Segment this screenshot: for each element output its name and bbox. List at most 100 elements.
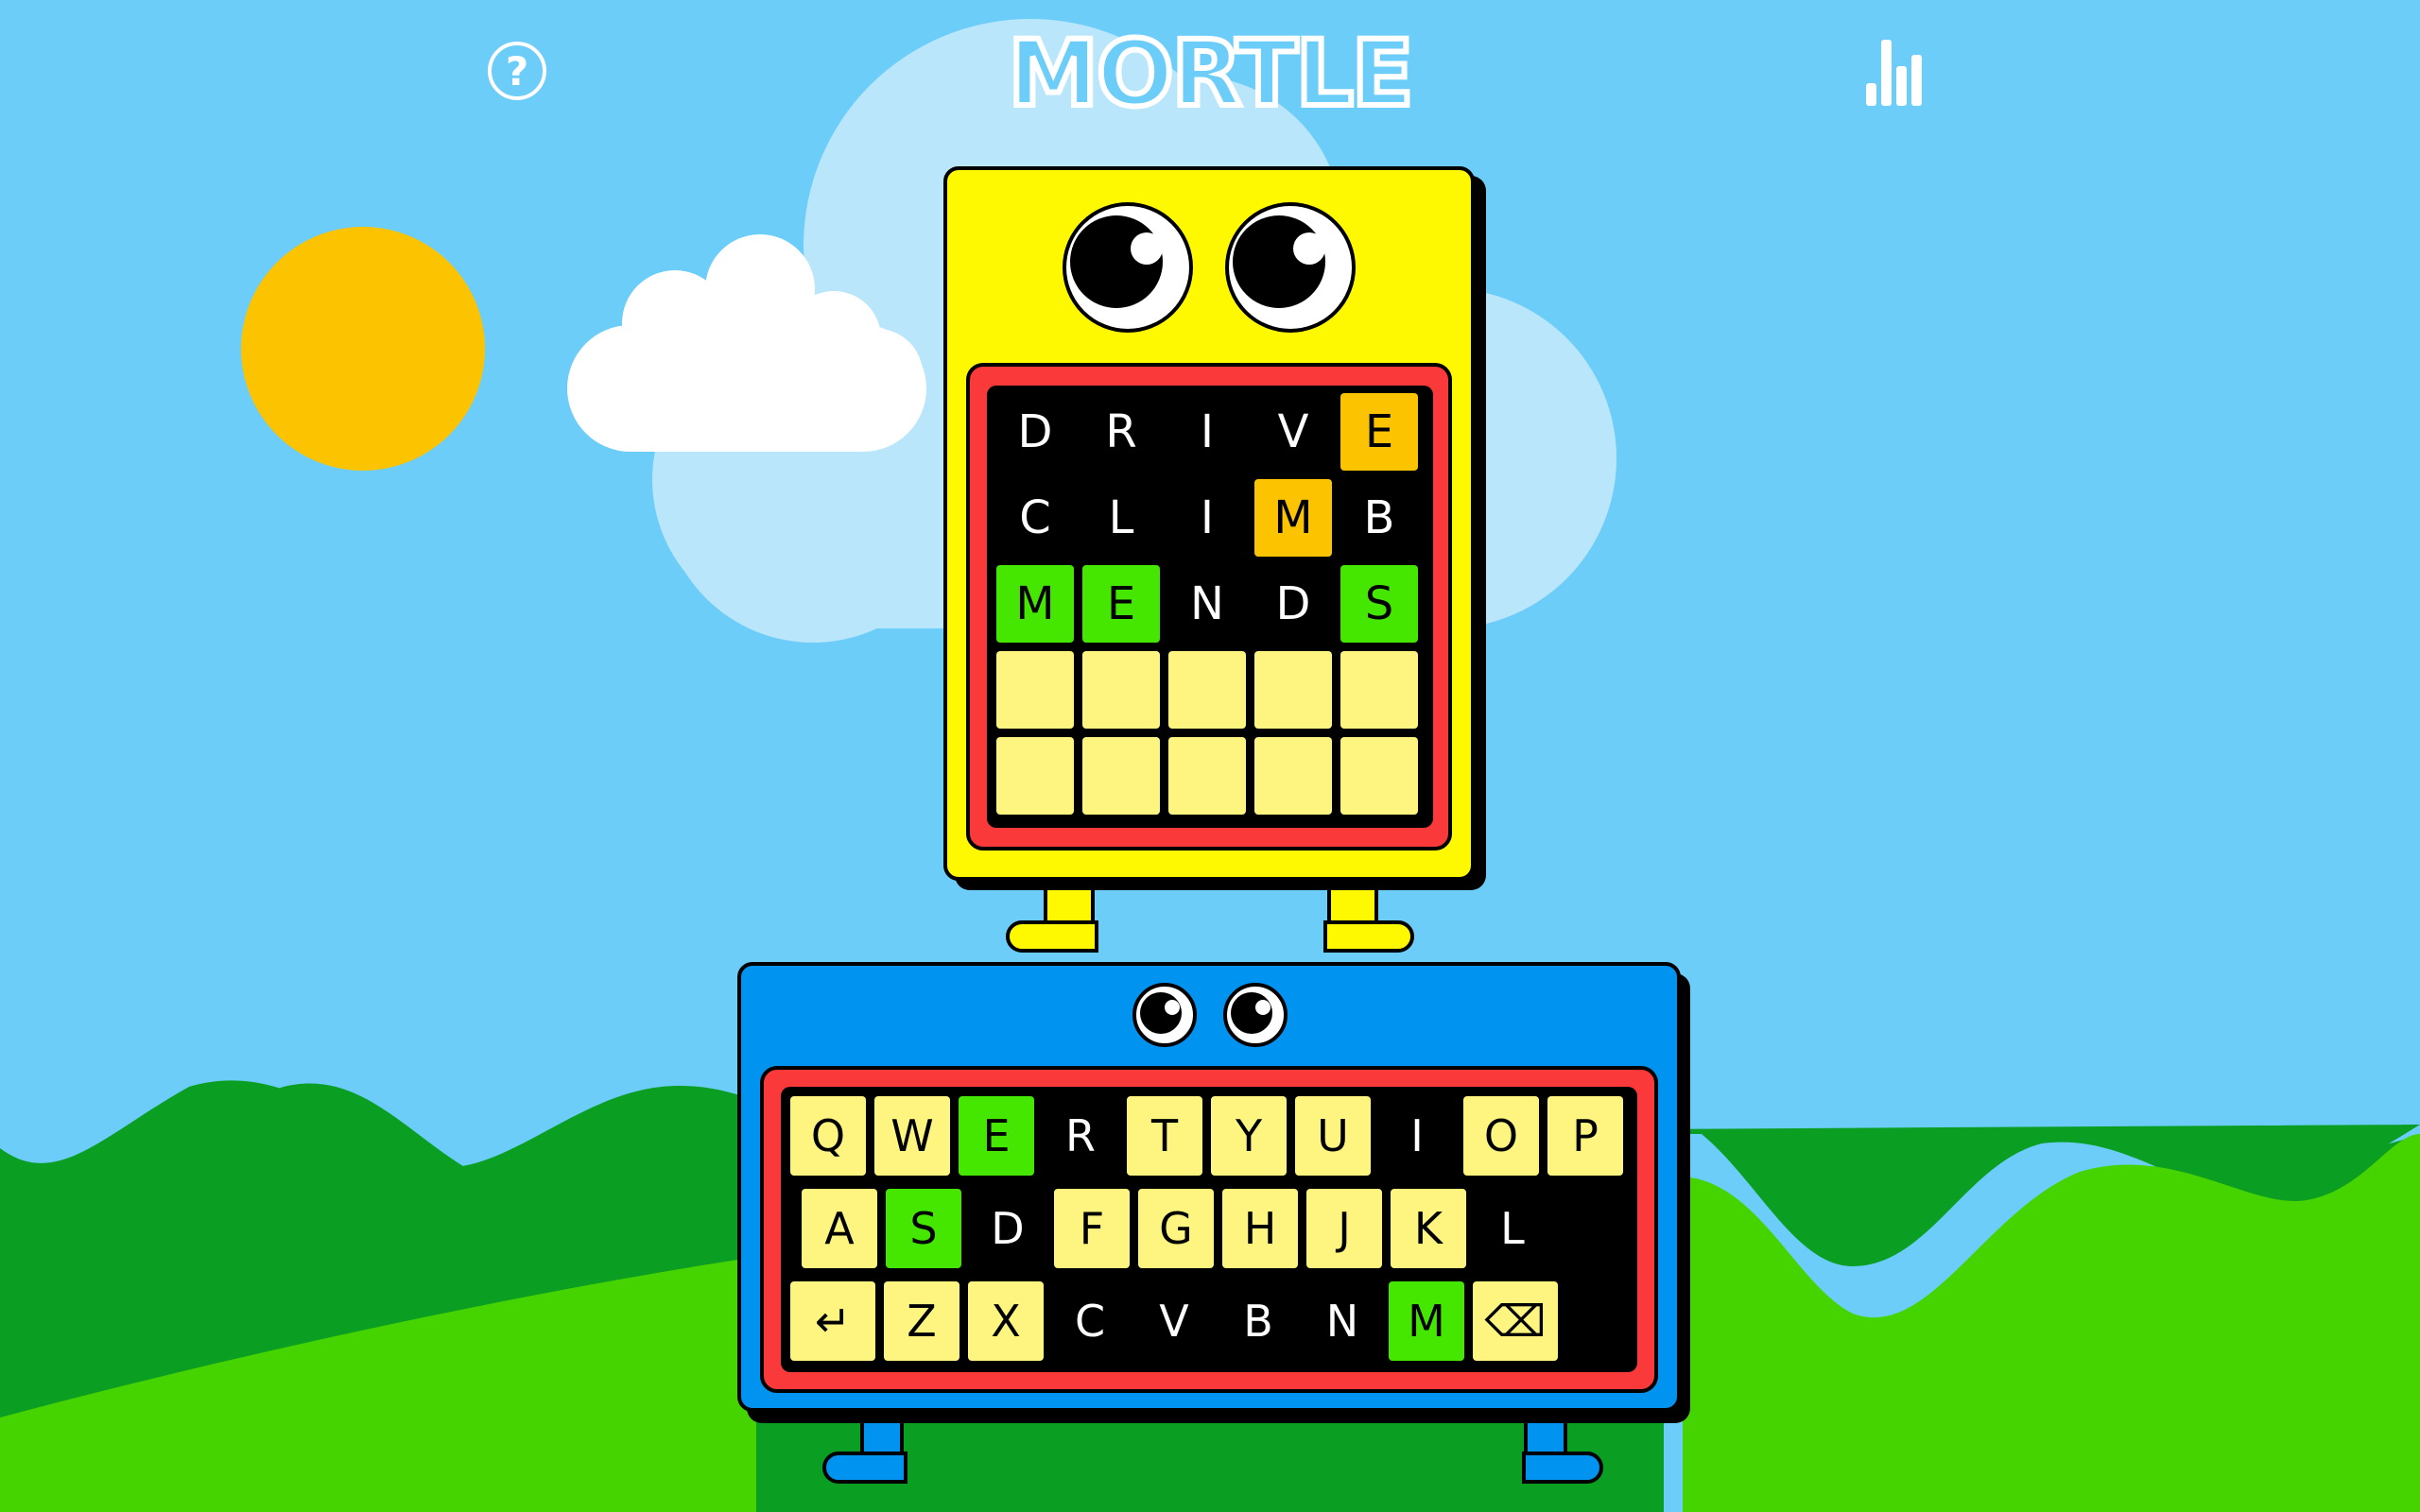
grid-tile <box>1254 651 1332 729</box>
key-label: I <box>1410 1110 1424 1161</box>
grid-tile: E <box>1082 565 1160 643</box>
key-t[interactable]: T <box>1127 1096 1202 1176</box>
key-label: G <box>1159 1203 1193 1254</box>
key-label: B <box>1243 1296 1273 1347</box>
key-n[interactable]: N <box>1305 1281 1380 1361</box>
grid-tile <box>1254 737 1332 815</box>
board-foot-left <box>1006 920 1098 953</box>
key-label: E <box>982 1110 1011 1161</box>
key-r[interactable]: R <box>1043 1096 1118 1176</box>
grid-tile <box>996 737 1074 815</box>
key-label: T <box>1150 1110 1179 1161</box>
backspace-key[interactable]: ⌫ <box>1473 1281 1558 1361</box>
key-label: C <box>1074 1296 1106 1347</box>
bar-chart-icon <box>1866 40 1922 106</box>
key-label: N <box>1325 1296 1359 1347</box>
guess-grid: DRIVECLIMBMENDS <box>996 393 1424 820</box>
key-j[interactable]: J <box>1306 1189 1382 1268</box>
key-f[interactable]: F <box>1054 1189 1130 1268</box>
grid-tile: R <box>1082 393 1160 471</box>
key-b[interactable]: B <box>1220 1281 1296 1361</box>
key-m[interactable]: M <box>1389 1281 1464 1361</box>
key-label: S <box>909 1203 938 1254</box>
key-q[interactable]: Q <box>790 1096 866 1176</box>
grid-tile: I <box>1168 393 1246 471</box>
grid-tile: I <box>1168 479 1246 557</box>
question-circle-icon: ? <box>505 47 529 94</box>
key-label: P <box>1572 1110 1599 1161</box>
grid-tile: D <box>1254 565 1332 643</box>
keyboard-row-3: ↵ Z X C V B N M ⌫ <box>790 1281 1558 1361</box>
grid-tile <box>1168 651 1246 729</box>
key-label: O <box>1483 1110 1519 1161</box>
key-k[interactable]: K <box>1391 1189 1466 1268</box>
grid-tile <box>1340 737 1418 815</box>
key-e[interactable]: E <box>959 1096 1034 1176</box>
grid-tile: B <box>1340 479 1418 557</box>
grid-tile <box>1168 737 1246 815</box>
keyboard-foot-left <box>822 1452 908 1484</box>
key-o[interactable]: O <box>1463 1096 1539 1176</box>
key-u[interactable]: U <box>1295 1096 1371 1176</box>
key-label: A <box>824 1203 855 1254</box>
key-y[interactable]: Y <box>1211 1096 1287 1176</box>
key-label: F <box>1079 1203 1105 1254</box>
key-d[interactable]: D <box>970 1189 1046 1268</box>
key-label: W <box>890 1110 934 1161</box>
grid-tile: M <box>1254 479 1332 557</box>
key-label: U <box>1317 1110 1349 1161</box>
grid-tile <box>1340 651 1418 729</box>
key-label: H <box>1243 1203 1277 1254</box>
keyboard-eye-left <box>1132 983 1197 1047</box>
grid-tile: D <box>996 393 1074 471</box>
key-a[interactable]: A <box>802 1189 877 1268</box>
keyboard-foot-right <box>1522 1452 1603 1484</box>
key-l[interactable]: L <box>1475 1189 1550 1268</box>
enter-icon: ↵ <box>814 1296 852 1347</box>
board-foot-right <box>1323 920 1414 953</box>
keyboard-eye-right <box>1223 983 1288 1047</box>
grid-tile <box>1082 651 1160 729</box>
key-label: Y <box>1235 1110 1263 1161</box>
key-s[interactable]: S <box>886 1189 961 1268</box>
logo-text: MORTLE <box>1006 18 1417 129</box>
game-logo: MORTLE <box>1002 18 1418 129</box>
stats-button[interactable] <box>1862 36 1928 108</box>
grid-tile: S <box>1340 565 1418 643</box>
key-label: X <box>991 1296 1021 1347</box>
grid-tile: V <box>1254 393 1332 471</box>
grid-tile: C <box>996 479 1074 557</box>
board-eye-left <box>1063 202 1193 333</box>
key-p[interactable]: P <box>1547 1096 1623 1176</box>
key-label: Z <box>907 1296 937 1347</box>
enter-key[interactable]: ↵ <box>790 1281 875 1361</box>
backspace-icon: ⌫ <box>1484 1296 1547 1347</box>
key-z[interactable]: Z <box>884 1281 959 1361</box>
key-label: L <box>1500 1203 1525 1254</box>
grid-tile: L <box>1082 479 1160 557</box>
key-label: J <box>1338 1203 1351 1254</box>
grid-tile: E <box>1340 393 1418 471</box>
sun <box>241 227 485 471</box>
key-c[interactable]: C <box>1052 1281 1128 1361</box>
key-g[interactable]: G <box>1138 1189 1214 1268</box>
board-eye-right <box>1225 202 1356 333</box>
key-label: K <box>1413 1203 1443 1254</box>
grid-tile <box>1082 737 1160 815</box>
key-label: Q <box>810 1110 846 1161</box>
keyboard-row-1: QWE R T Y U I O P <box>790 1096 1623 1176</box>
keyboard-row-2: A S D F GH J K L <box>802 1189 1550 1268</box>
grid-tile <box>996 651 1074 729</box>
cloud <box>567 234 926 452</box>
key-h[interactable]: H <box>1222 1189 1298 1268</box>
key-v[interactable]: V <box>1136 1281 1212 1361</box>
key-label: D <box>991 1203 1025 1254</box>
help-button[interactable]: ? <box>488 42 546 100</box>
key-label: M <box>1408 1296 1445 1347</box>
key-w[interactable]: W <box>874 1096 950 1176</box>
key-i[interactable]: I <box>1379 1096 1455 1176</box>
key-label: V <box>1159 1296 1189 1347</box>
key-label: R <box>1065 1110 1096 1161</box>
grid-tile: M <box>996 565 1074 643</box>
key-x[interactable]: X <box>968 1281 1044 1361</box>
